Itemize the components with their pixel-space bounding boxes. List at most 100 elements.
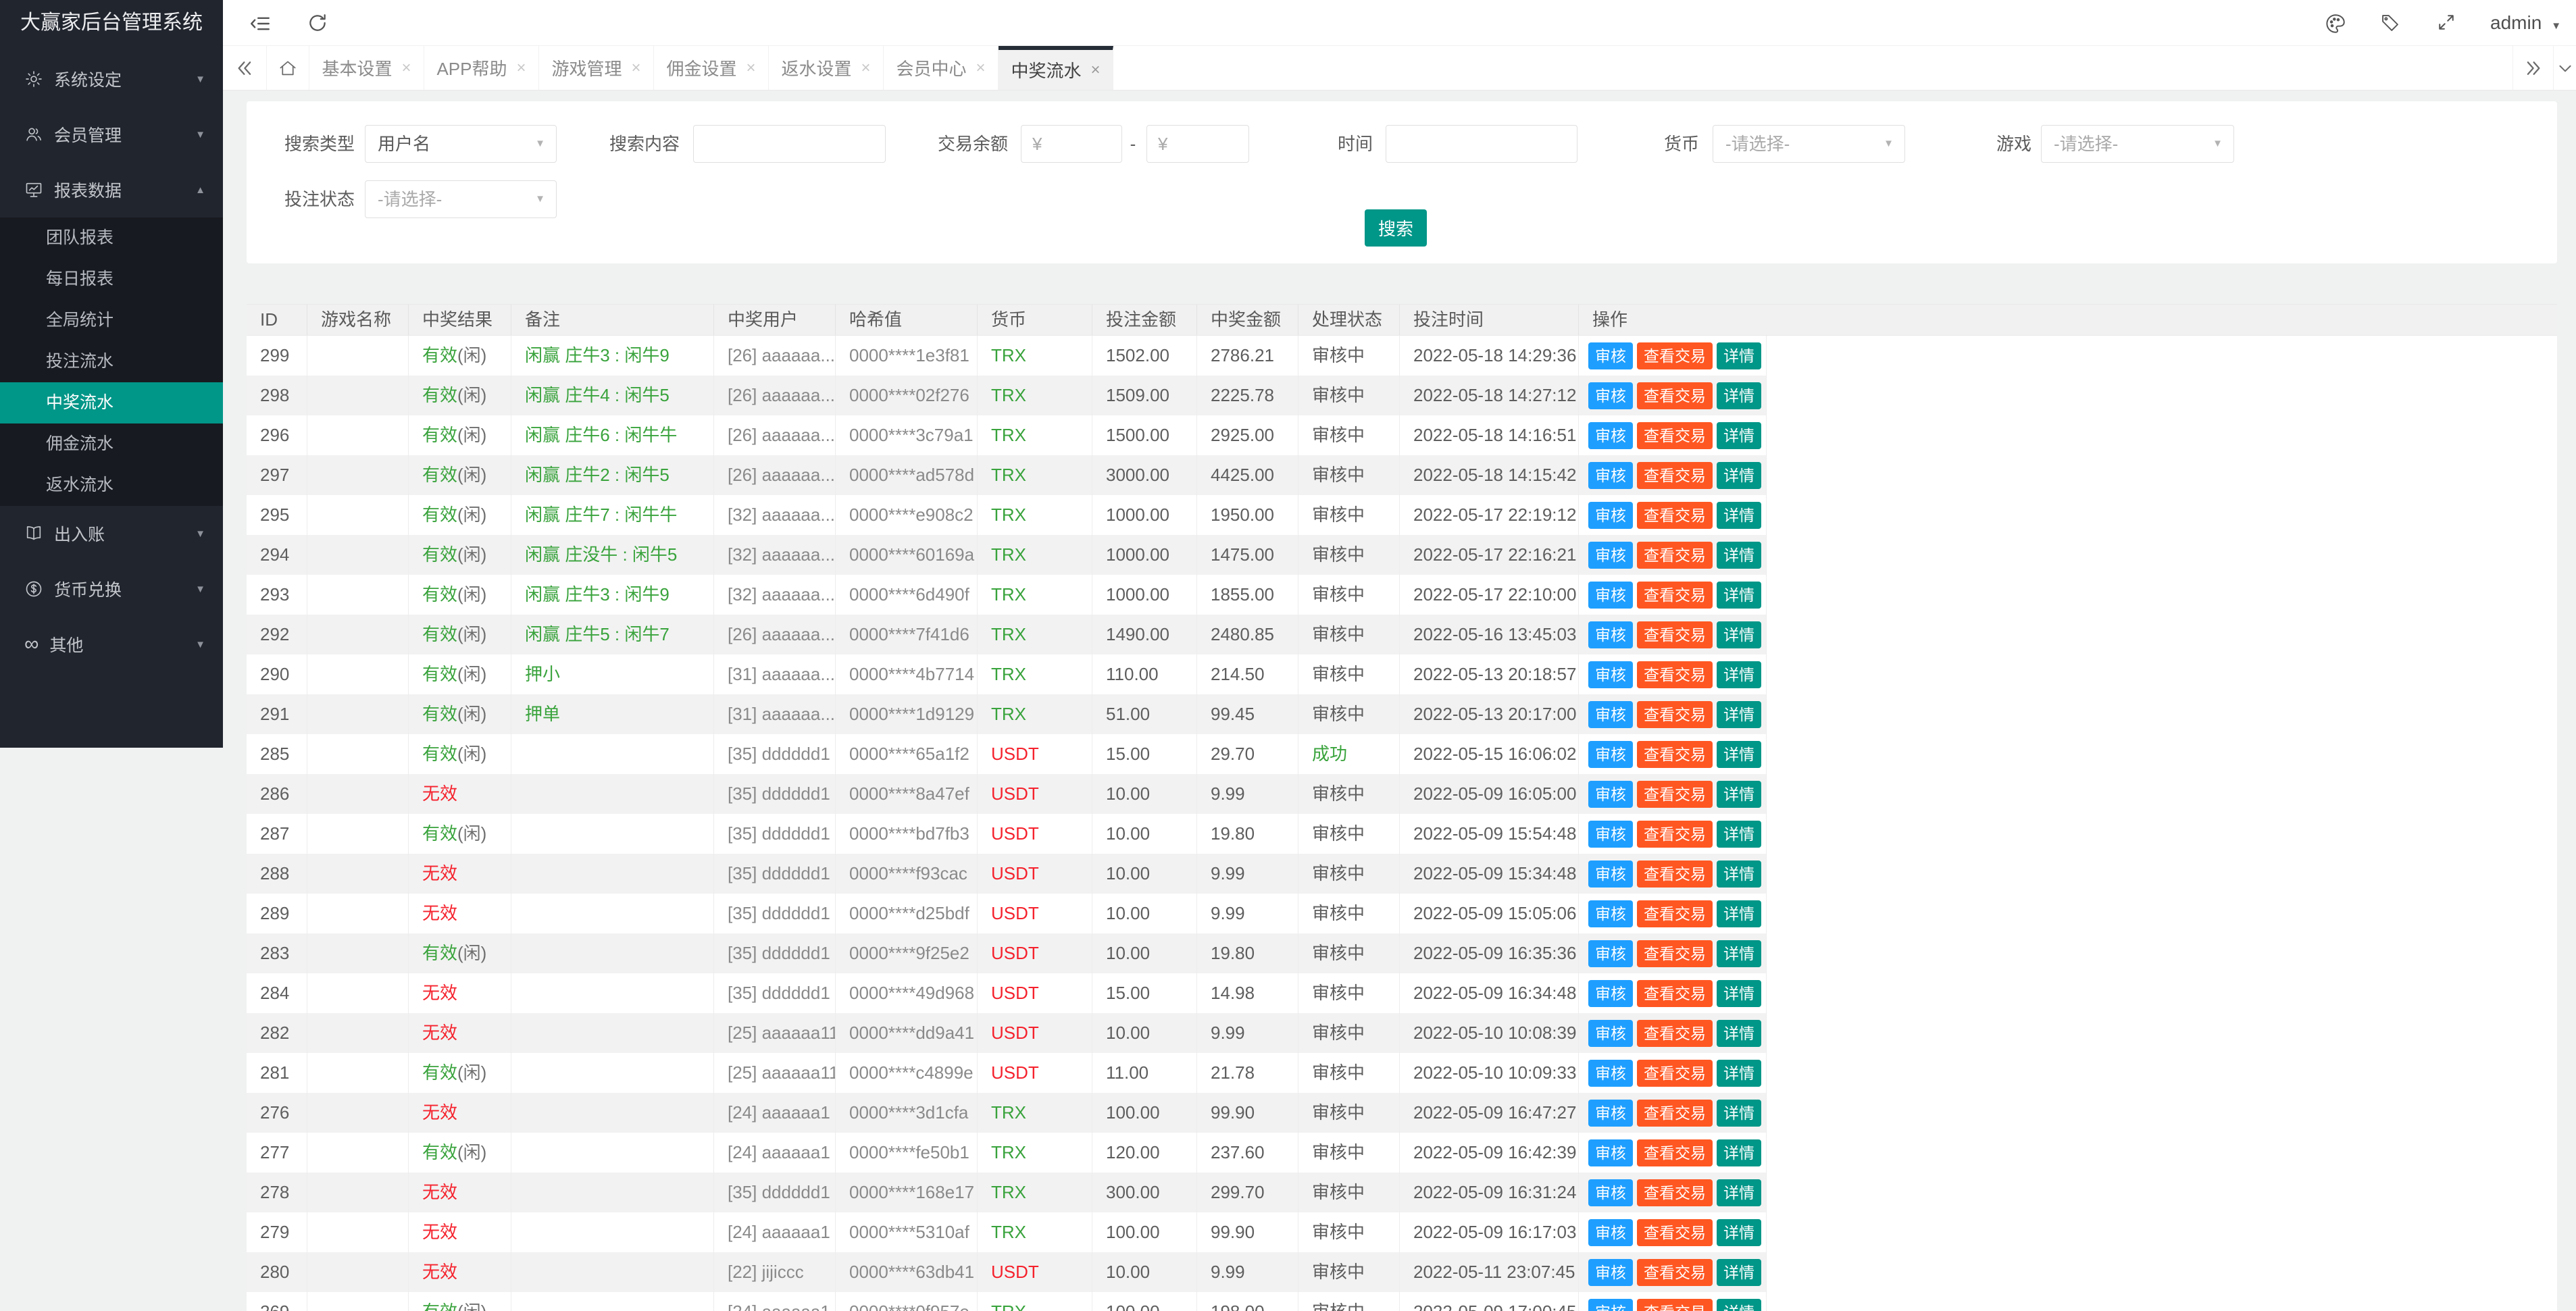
view-transaction-button[interactable]: 查看交易 [1637, 781, 1713, 808]
view-transaction-button[interactable]: 查看交易 [1637, 1139, 1713, 1166]
review-button[interactable]: 审核 [1588, 462, 1633, 489]
details-button[interactable]: 详情 [1717, 382, 1761, 409]
view-transaction-button[interactable]: 查看交易 [1637, 422, 1713, 449]
review-button[interactable]: 审核 [1588, 422, 1633, 449]
review-button[interactable]: 审核 [1588, 582, 1633, 609]
search-type-select[interactable]: 用户名▼ [365, 125, 557, 163]
view-transaction-button[interactable]: 查看交易 [1637, 980, 1713, 1007]
details-button[interactable]: 详情 [1717, 422, 1761, 449]
review-button[interactable]: 审核 [1588, 860, 1633, 888]
details-button[interactable]: 详情 [1717, 741, 1761, 768]
view-transaction-button[interactable]: 查看交易 [1637, 940, 1713, 967]
bet-status-select[interactable]: -请选择-▼ [365, 180, 557, 218]
tab-basic-settings[interactable]: 基本设置× [309, 46, 424, 90]
review-button[interactable]: 审核 [1588, 1139, 1633, 1166]
sidebar-item-transactions[interactable]: 出入账▼ [0, 506, 223, 561]
currency-select[interactable]: -请选择-▼ [1713, 125, 1905, 163]
details-button[interactable]: 详情 [1717, 940, 1761, 967]
details-button[interactable]: 详情 [1717, 502, 1761, 529]
details-button[interactable]: 详情 [1717, 661, 1761, 688]
sidebar-item-bet-records[interactable]: 投注流水 [0, 341, 223, 382]
review-button[interactable]: 审核 [1588, 1219, 1633, 1246]
time-input[interactable] [1386, 125, 1577, 163]
view-transaction-button[interactable]: 查看交易 [1637, 1179, 1713, 1206]
tab-game-management[interactable]: 游戏管理× [539, 46, 654, 90]
view-transaction-button[interactable]: 查看交易 [1637, 382, 1713, 409]
review-button[interactable]: 审核 [1588, 781, 1633, 808]
review-button[interactable]: 审核 [1588, 980, 1633, 1007]
close-icon[interactable]: × [402, 59, 411, 78]
details-button[interactable]: 详情 [1717, 781, 1761, 808]
review-button[interactable]: 审核 [1588, 1100, 1633, 1127]
game-select[interactable]: -请选择-▼ [2041, 125, 2234, 163]
details-button[interactable]: 详情 [1717, 462, 1761, 489]
details-button[interactable]: 详情 [1717, 1259, 1761, 1286]
sidebar-item-other[interactable]: ∞其他▼ [0, 617, 223, 672]
view-transaction-button[interactable]: 查看交易 [1637, 741, 1713, 768]
view-transaction-button[interactable]: 查看交易 [1637, 621, 1713, 648]
tag-icon[interactable] [2379, 12, 2401, 37]
details-button[interactable]: 详情 [1717, 342, 1761, 369]
tabs-menu-button[interactable] [2553, 46, 2576, 90]
tabs-scroll-left-button[interactable] [223, 46, 266, 90]
details-button[interactable]: 详情 [1717, 1179, 1761, 1206]
review-button[interactable]: 审核 [1588, 900, 1633, 927]
review-button[interactable]: 审核 [1588, 502, 1633, 529]
tab-win-records[interactable]: 中奖流水× [999, 46, 1113, 90]
tab-rebate-settings[interactable]: 返水设置× [769, 46, 884, 90]
theme-palette-icon[interactable] [2324, 12, 2347, 38]
sidebar-item-commission-records[interactable]: 佣金流水 [0, 423, 223, 465]
details-button[interactable]: 详情 [1717, 1139, 1761, 1166]
close-icon[interactable]: × [517, 59, 526, 78]
collapse-sidebar-icon[interactable] [249, 12, 272, 38]
tab-app-help[interactable]: APP帮助× [424, 46, 539, 90]
close-icon[interactable]: × [632, 59, 641, 78]
tabs-scroll-right-button[interactable] [2512, 46, 2553, 90]
view-transaction-button[interactable]: 查看交易 [1637, 1219, 1713, 1246]
review-button[interactable]: 审核 [1588, 1020, 1633, 1047]
view-transaction-button[interactable]: 查看交易 [1637, 542, 1713, 569]
fullscreen-icon[interactable] [2436, 12, 2456, 36]
tab-member-center[interactable]: 会员中心× [884, 46, 999, 90]
details-button[interactable]: 详情 [1717, 701, 1761, 728]
details-button[interactable]: 详情 [1717, 900, 1761, 927]
sidebar-item-report-data[interactable]: 报表数据▲ [0, 162, 223, 217]
details-button[interactable]: 详情 [1717, 1299, 1761, 1311]
details-button[interactable]: 详情 [1717, 1020, 1761, 1047]
review-button[interactable]: 审核 [1588, 621, 1633, 648]
view-transaction-button[interactable]: 查看交易 [1637, 342, 1713, 369]
details-button[interactable]: 详情 [1717, 980, 1761, 1007]
close-icon[interactable]: × [747, 59, 756, 78]
view-transaction-button[interactable]: 查看交易 [1637, 462, 1713, 489]
review-button[interactable]: 审核 [1588, 1060, 1633, 1087]
sidebar-item-rebate-records[interactable]: 返水流水 [0, 465, 223, 506]
view-transaction-button[interactable]: 查看交易 [1637, 1259, 1713, 1286]
sidebar-item-team-report[interactable]: 团队报表 [0, 217, 223, 259]
view-transaction-button[interactable]: 查看交易 [1637, 860, 1713, 888]
close-icon[interactable]: × [976, 59, 986, 78]
review-button[interactable]: 审核 [1588, 1179, 1633, 1206]
review-button[interactable]: 审核 [1588, 1259, 1633, 1286]
view-transaction-button[interactable]: 查看交易 [1637, 1100, 1713, 1127]
details-button[interactable]: 详情 [1717, 582, 1761, 609]
view-transaction-button[interactable]: 查看交易 [1637, 661, 1713, 688]
tab-commission-settings[interactable]: 佣金设置× [654, 46, 769, 90]
view-transaction-button[interactable]: 查看交易 [1637, 900, 1713, 927]
close-icon[interactable]: × [1091, 61, 1101, 80]
sidebar-item-global-stats[interactable]: 全局统计 [0, 300, 223, 341]
close-icon[interactable]: × [861, 59, 871, 78]
sidebar-item-win-records[interactable]: 中奖流水 [0, 382, 223, 423]
view-transaction-button[interactable]: 查看交易 [1637, 701, 1713, 728]
review-button[interactable]: 审核 [1588, 821, 1633, 848]
review-button[interactable]: 审核 [1588, 542, 1633, 569]
review-button[interactable]: 审核 [1588, 1299, 1633, 1311]
sidebar-item-daily-report[interactable]: 每日报表 [0, 259, 223, 300]
details-button[interactable]: 详情 [1717, 1219, 1761, 1246]
view-transaction-button[interactable]: 查看交易 [1637, 1299, 1713, 1311]
review-button[interactable]: 审核 [1588, 940, 1633, 967]
balance-max-input[interactable] [1146, 125, 1249, 163]
details-button[interactable]: 详情 [1717, 821, 1761, 848]
view-transaction-button[interactable]: 查看交易 [1637, 1020, 1713, 1047]
search-content-input[interactable] [693, 125, 886, 163]
sidebar-item-currency-exchange[interactable]: 货币兑换▼ [0, 561, 223, 617]
